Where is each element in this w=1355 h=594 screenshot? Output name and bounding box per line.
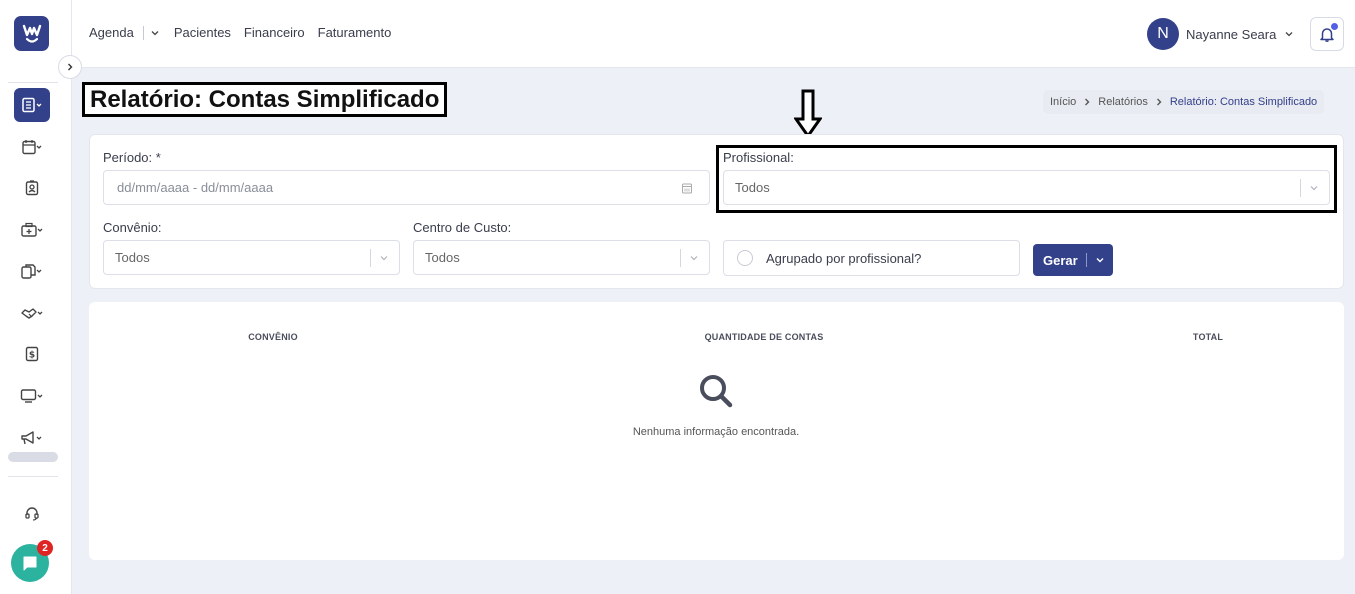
chevron-down-icon [151, 30, 159, 35]
chat-badge: 2 [37, 540, 53, 556]
search-icon [700, 375, 733, 408]
breadcrumb: Início Relatórios Relatório: Contas Simp… [1043, 90, 1325, 114]
sidebar-item-documents[interactable] [14, 254, 50, 288]
sidebar-item-reports[interactable] [14, 88, 50, 122]
arrow-down-icon [794, 89, 822, 139]
centro-custo-label: Centro de Custo: [413, 220, 512, 235]
agrupado-label: Agrupado por profissional? [766, 250, 922, 266]
sidebar-divider [8, 476, 58, 477]
sidebar-item-patient[interactable] [14, 171, 50, 205]
sidebar-item-clinic[interactable] [14, 213, 50, 247]
convenio-select[interactable]: Todos [103, 240, 400, 275]
nav-separator [142, 25, 144, 40]
notifications-button[interactable] [1310, 17, 1344, 51]
column-header-total[interactable]: TOTAL [1193, 332, 1223, 342]
logo[interactable] [14, 16, 49, 51]
sidebar-item-monitor[interactable] [14, 379, 50, 413]
agrupado-checkbox[interactable] [737, 250, 753, 266]
user-name: Nayanne Seara [1186, 26, 1277, 42]
sidebar-toggle-button[interactable] [58, 55, 82, 79]
convenio-label: Convênio: [103, 220, 162, 235]
notification-dot [1331, 23, 1338, 30]
calendar-icon [682, 183, 692, 193]
breadcrumb-current: Relatório: Contas Simplificado [1169, 96, 1318, 108]
centro-custo-select[interactable]: Todos [413, 240, 710, 275]
gerar-button[interactable]: Gerar [1033, 244, 1113, 276]
highlight-box [716, 145, 1337, 213]
breadcrumb-separator [1083, 98, 1091, 106]
select-separator [680, 248, 681, 267]
chevron-down-icon [380, 255, 388, 260]
logo-w-icon [22, 24, 41, 43]
svg-text:$: $ [29, 351, 35, 361]
periodo-label: Período: * [103, 150, 161, 165]
sidebar: $ 2 [0, 0, 72, 594]
breadcrumb-reports[interactable]: Relatórios [1098, 96, 1148, 108]
chevron-right-icon [1156, 98, 1162, 106]
calendar-icon [22, 140, 42, 155]
user-menu[interactable]: N Nayanne Seara [1147, 18, 1294, 50]
sidebar-item-support[interactable] [14, 496, 50, 530]
agrupado-option[interactable]: Agrupado por profissional? [723, 240, 1020, 276]
sidebar-item-handshake[interactable] [14, 296, 50, 330]
sidebar-divider [8, 82, 58, 83]
nav-faturamento[interactable]: Faturamento [318, 25, 392, 40]
column-header-convenio[interactable]: CONVÊNIO [248, 332, 298, 342]
chevron-down-icon [690, 255, 698, 260]
chevron-down-icon[interactable] [1095, 255, 1105, 265]
megaphone-icon [21, 431, 42, 445]
chevron-down-icon [1285, 32, 1293, 37]
dollar-doc-icon: $ [25, 346, 39, 362]
nav-pacientes[interactable]: Pacientes [174, 25, 231, 40]
empty-message-text: Nenhuma informação encontrada. [632, 426, 800, 438]
top-nav: Agenda Pacientes Financeiro Faturamento [89, 25, 404, 40]
periodo-placeholder: dd/mm/aaaa - dd/mm/aaaa [117, 180, 274, 195]
patient-id-icon [25, 180, 39, 196]
report-book-icon [22, 97, 42, 113]
results-card: CONVÊNIO QUANTIDADE DE CONTAS TOTAL Nenh… [89, 302, 1344, 560]
headset-icon [25, 507, 39, 521]
button-separator [1085, 253, 1087, 267]
chevron-right-icon [68, 63, 73, 71]
chevron-right-icon [1085, 98, 1090, 106]
page-title: Relatório: Contas Simplificado [82, 82, 448, 117]
convenio-value: Todos [115, 250, 150, 265]
breadcrumb-separator [1155, 98, 1163, 106]
periodo-input[interactable]: dd/mm/aaaa - dd/mm/aaaa [103, 170, 710, 205]
breadcrumb-home[interactable]: Início [1050, 96, 1076, 108]
column-header-quantidade[interactable]: QUANTIDADE DE CONTAS [705, 332, 824, 342]
sidebar-scrollbar[interactable] [8, 452, 58, 462]
monitor-icon [20, 389, 43, 403]
documents-icon [21, 264, 42, 279]
nav-agenda-dropdown[interactable] [150, 28, 160, 38]
gerar-label: Gerar [1043, 252, 1078, 268]
topbar: Agenda Pacientes Financeiro Faturamento … [72, 0, 1355, 68]
sidebar-item-finance[interactable]: $ [14, 337, 50, 371]
hospital-icon [21, 222, 43, 237]
chat-bubble-icon [23, 556, 37, 571]
avatar: N [1147, 18, 1179, 50]
nav-financeiro[interactable]: Financeiro [244, 25, 305, 40]
nav-agenda[interactable]: Agenda [89, 25, 134, 40]
select-separator [370, 248, 371, 267]
sidebar-item-calendar[interactable] [14, 130, 50, 164]
handshake-icon [21, 308, 43, 319]
centro-custo-value: Todos [425, 250, 460, 265]
sidebar-item-marketing[interactable] [14, 421, 50, 455]
